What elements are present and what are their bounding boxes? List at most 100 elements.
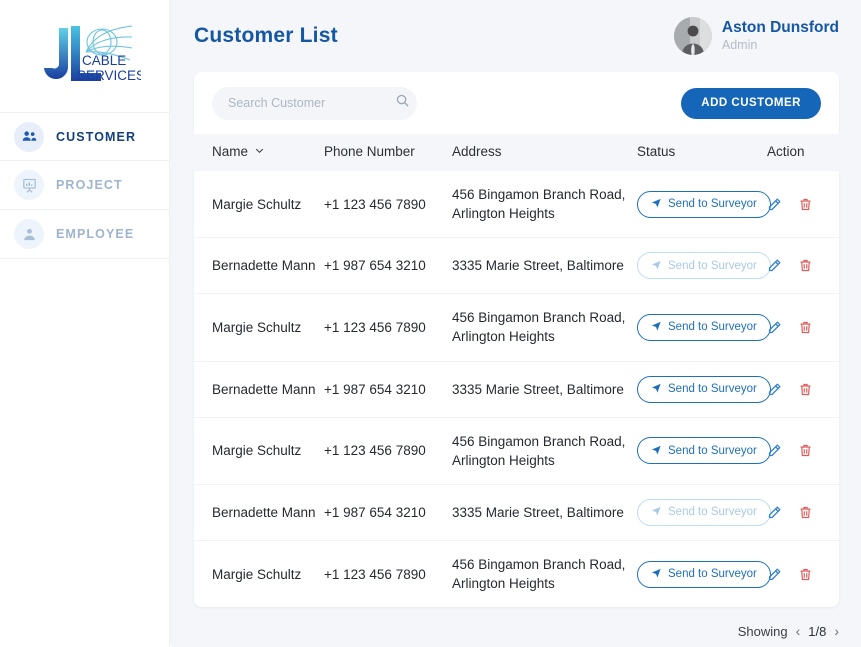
send-to-surveyor-label: Send to Surveyor <box>668 383 757 395</box>
user-profile[interactable]: Aston Dunsford Admin <box>674 17 839 55</box>
column-header-name-label: Name <box>212 144 248 159</box>
cell-name: Bernadette Mann <box>194 361 324 417</box>
cell-name: Margie Schultz <box>194 540 324 607</box>
cell-name: Margie Schultz <box>194 294 324 361</box>
search-icon[interactable] <box>395 93 410 113</box>
customer-table-element: Name Phone Number Address Status <box>194 134 839 171</box>
column-header-name[interactable]: Name <box>194 134 324 171</box>
paper-plane-icon <box>651 320 662 334</box>
delete-icon[interactable] <box>798 320 813 335</box>
send-to-surveyor-label: Send to Surveyor <box>668 198 757 210</box>
cell-status: Send to Surveyor <box>637 484 767 540</box>
add-customer-button[interactable]: ADD CUSTOMER <box>681 88 821 119</box>
send-to-surveyor-label: Send to Surveyor <box>668 506 757 518</box>
edit-icon[interactable] <box>767 258 782 273</box>
column-header-action: Action <box>767 134 839 171</box>
cell-address: 456 Bingamon Branch Road, Arlington Heig… <box>452 540 637 607</box>
column-header-address: Address <box>452 134 637 171</box>
cell-phone: +1 987 654 3210 <box>324 484 452 540</box>
delete-icon[interactable] <box>798 382 813 397</box>
cell-phone: +1 123 456 7890 <box>324 294 452 361</box>
cell-name: Margie Schultz <box>194 171 324 238</box>
table-row: Margie Schultz+1 123 456 7890456 Bingamo… <box>194 294 839 361</box>
sidebar-item-label: PROJECT <box>56 178 123 192</box>
delete-icon[interactable] <box>798 443 813 458</box>
sidebar-item-employee[interactable]: EMPLOYEE <box>0 210 169 259</box>
search-input[interactable] <box>228 96 389 110</box>
cell-name: Bernadette Mann <box>194 484 324 540</box>
column-header-phone: Phone Number <box>324 134 452 171</box>
cell-address: 456 Bingamon Branch Road, Arlington Heig… <box>452 294 637 361</box>
send-to-surveyor-button[interactable]: Send to Surveyor <box>637 376 771 403</box>
app-root: CABLE SERVICES CUSTOMER <box>0 0 861 647</box>
paper-plane-icon <box>651 197 662 211</box>
customer-table-body-element: Margie Schultz+1 123 456 7890456 Bingamo… <box>194 171 839 607</box>
user-name: Aston Dunsford <box>722 19 839 37</box>
cell-action <box>767 171 839 238</box>
cell-action <box>767 294 839 361</box>
cell-address: 3335 Marie Street, Baltimore <box>452 361 637 417</box>
table-body: Margie Schultz+1 123 456 7890456 Bingamo… <box>194 171 839 607</box>
send-to-surveyor-button[interactable]: Send to Surveyor <box>637 437 771 464</box>
paper-plane-icon <box>651 567 662 581</box>
cell-action <box>767 361 839 417</box>
main-content: Customer List Aston Dunsford Admin <box>170 0 861 647</box>
send-to-surveyor-button[interactable]: Send to Surveyor <box>637 561 771 588</box>
logo-line1: CABLE <box>82 53 126 68</box>
edit-icon[interactable] <box>767 320 782 335</box>
pagination-next-button[interactable]: › <box>834 623 839 639</box>
edit-icon[interactable] <box>767 382 782 397</box>
paper-plane-icon <box>651 444 662 458</box>
table-row: Bernadette Mann+1 987 654 32103335 Marie… <box>194 361 839 417</box>
cell-status: Send to Surveyor <box>637 417 767 484</box>
send-to-surveyor-button[interactable]: Send to Surveyor <box>637 499 771 526</box>
table-row: Margie Schultz+1 123 456 7890456 Bingamo… <box>194 417 839 484</box>
pagination-page-indicator: 1/8 <box>808 624 826 639</box>
send-to-surveyor-label: Send to Surveyor <box>668 260 757 272</box>
send-to-surveyor-button[interactable]: Send to Surveyor <box>637 191 771 218</box>
table-row: Bernadette Mann+1 987 654 32103335 Marie… <box>194 238 839 294</box>
table-row: Margie Schultz+1 123 456 7890456 Bingamo… <box>194 540 839 607</box>
pagination-prev-button[interactable]: ‹ <box>796 623 801 639</box>
jl-cable-services-logo-icon: CABLE SERVICES <box>29 18 141 94</box>
delete-icon[interactable] <box>798 567 813 582</box>
logo-line2: SERVICES <box>77 68 141 83</box>
cell-status: Send to Surveyor <box>637 540 767 607</box>
send-to-surveyor-button[interactable]: Send to Surveyor <box>637 314 771 341</box>
delete-icon[interactable] <box>798 258 813 273</box>
cell-action <box>767 540 839 607</box>
delete-icon[interactable] <box>798 197 813 212</box>
app-logo: CABLE SERVICES <box>0 0 169 112</box>
cell-status: Send to Surveyor <box>637 361 767 417</box>
delete-icon[interactable] <box>798 505 813 520</box>
column-header-status: Status <box>637 134 767 171</box>
table-header-row: Name Phone Number Address Status <box>194 134 839 171</box>
send-to-surveyor-button[interactable]: Send to Surveyor <box>637 252 771 279</box>
cell-address: 3335 Marie Street, Baltimore <box>452 238 637 294</box>
cell-address: 3335 Marie Street, Baltimore <box>452 484 637 540</box>
paper-plane-icon <box>651 382 662 396</box>
search-toolbar: ADD CUSTOMER <box>194 72 839 134</box>
pagination-showing-label: Showing <box>738 624 788 639</box>
cell-name: Margie Schultz <box>194 417 324 484</box>
sidebar-item-project[interactable]: PROJECT <box>0 161 169 210</box>
cell-status: Send to Surveyor <box>637 294 767 361</box>
sidebar-item-customer[interactable]: CUSTOMER <box>0 112 169 161</box>
topbar: Customer List Aston Dunsford Admin <box>170 0 861 72</box>
sidebar-item-label: EMPLOYEE <box>56 227 134 241</box>
chevron-down-icon[interactable] <box>254 144 265 159</box>
person-icon <box>14 219 44 249</box>
edit-icon[interactable] <box>767 567 782 582</box>
edit-icon[interactable] <box>767 443 782 458</box>
avatar <box>674 17 712 55</box>
send-to-surveyor-label: Send to Surveyor <box>668 568 757 580</box>
cell-phone: +1 987 654 3210 <box>324 238 452 294</box>
edit-icon[interactable] <box>767 505 782 520</box>
cell-address: 456 Bingamon Branch Road, Arlington Heig… <box>452 171 637 238</box>
cell-phone: +1 123 456 7890 <box>324 417 452 484</box>
paper-plane-icon <box>651 505 662 519</box>
search-box[interactable] <box>212 87 417 120</box>
edit-icon[interactable] <box>767 197 782 212</box>
sidebar: CABLE SERVICES CUSTOMER <box>0 0 170 647</box>
cell-phone: +1 123 456 7890 <box>324 540 452 607</box>
